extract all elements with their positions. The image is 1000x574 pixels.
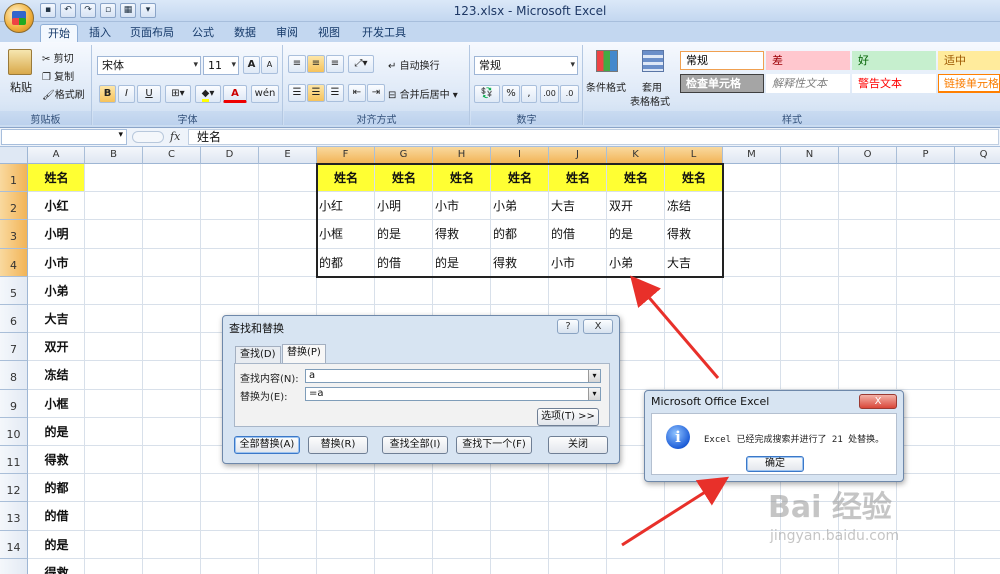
office-button[interactable] xyxy=(4,3,34,33)
arrow-to-message xyxy=(621,476,730,547)
arrow-to-table xyxy=(630,275,720,379)
watermark-url: jingyan.baidu.com xyxy=(770,528,900,544)
baidu-jingyan-logo: Bai 经验 xyxy=(768,490,892,525)
